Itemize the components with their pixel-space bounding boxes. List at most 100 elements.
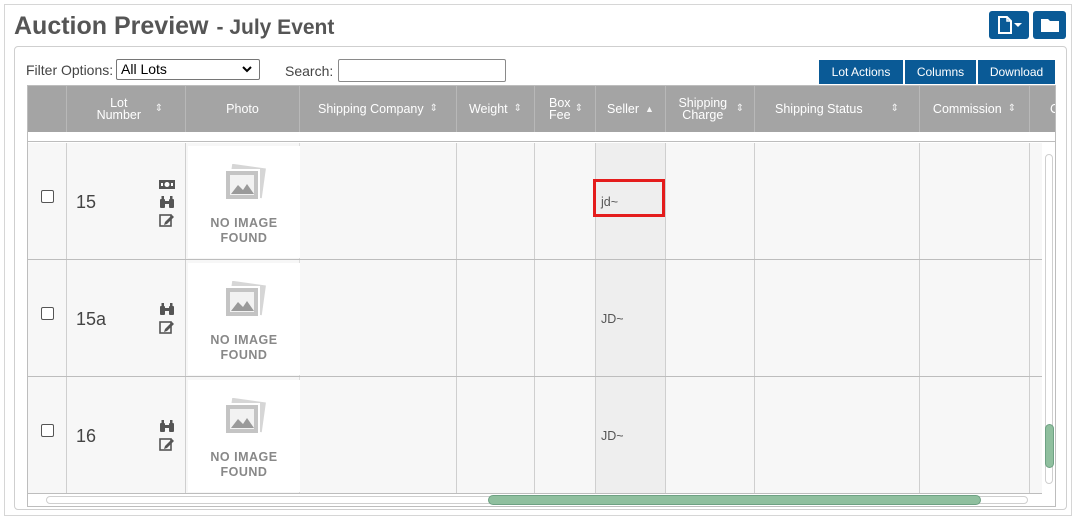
shipping-charge-cell (666, 260, 755, 376)
vertical-scrollbar[interactable] (1042, 142, 1055, 506)
table-row: 15a NO IMAGE FOUND JD~ (28, 260, 1044, 377)
shipping-company-cell (300, 143, 457, 259)
row-select-cell (28, 377, 67, 493)
file-dropdown-icon (998, 16, 1022, 34)
sort-icon: ⇕ (574, 103, 584, 114)
no-image-text-1: NO IMAGE (210, 333, 278, 347)
shipping-company-cell (300, 377, 457, 493)
edit-icon[interactable] (159, 320, 175, 334)
no-image-text-1: NO IMAGE (210, 450, 278, 464)
header-commission-label: Commission (932, 102, 1002, 116)
shipping-status-cell (755, 143, 920, 259)
row-select-cell (28, 143, 67, 259)
box-fee-cell (535, 143, 596, 259)
binoculars-icon[interactable] (159, 302, 175, 316)
header-seller-label: Seller (607, 102, 640, 116)
money-icon[interactable] (159, 177, 175, 191)
lot-number-cell: 16 (67, 377, 186, 493)
binoculars-icon[interactable] (159, 419, 175, 433)
photo-cell: NO IMAGE FOUND (186, 260, 300, 376)
header-shipping-status[interactable]: Shipping Status ⇕ (755, 86, 920, 132)
download-button[interactable]: Download (978, 60, 1055, 84)
seller-value: JD~ (601, 429, 624, 443)
header-seller[interactable]: Seller ▲ (596, 86, 666, 132)
open-folder-button[interactable] (1033, 11, 1066, 39)
filter-select-value: All Lots (121, 61, 167, 77)
weight-cell (457, 377, 535, 493)
header-shipping-status-label: Shipping Status (775, 102, 863, 116)
sort-icon: ⇕ (513, 103, 523, 114)
header-shipping-charge[interactable]: Shipping Charge ⇕ (666, 86, 755, 132)
no-image-text-2: FOUND (220, 231, 268, 245)
box-fee-cell (535, 260, 596, 376)
folder-icon (1040, 19, 1059, 32)
photo-cell: NO IMAGE FOUND (186, 143, 300, 259)
header-box-fee[interactable]: Box Fee ⇕ (535, 86, 596, 132)
row-checkbox[interactable] (41, 424, 54, 437)
row-checkbox[interactable] (41, 190, 54, 203)
header-lot-number-label: Lot Number (96, 96, 142, 122)
lot-number: 15a (76, 309, 107, 329)
no-image-text-2: FOUND (220, 465, 268, 479)
page-title: Auction Preview - July Event (14, 12, 334, 41)
header-partial-column-label: C (1050, 103, 1055, 116)
table-header: Lot Number ⇕ Photo Shipping Company ⇕ We… (28, 86, 1055, 132)
filter-select[interactable]: All Lots (116, 59, 260, 80)
vertical-scroll-thumb[interactable] (1045, 424, 1054, 468)
horizontal-scroll-thumb[interactable] (488, 495, 981, 505)
header-select (28, 86, 67, 132)
header-commission[interactable]: Commission ⇕ (920, 86, 1030, 132)
image-placeholder-icon (224, 164, 266, 201)
lots-panel: Filter Options: All Lots Search: Lot Act… (14, 46, 1067, 510)
seller-cell: JD~ (596, 377, 666, 493)
sort-icon: ⇕ (890, 103, 899, 114)
shipping-status-cell (755, 260, 920, 376)
lot-actions-button[interactable]: Lot Actions (819, 60, 903, 84)
lots-table: Lot Number ⇕ Photo Shipping Company ⇕ We… (27, 85, 1056, 507)
header-weight[interactable]: Weight ⇕ (457, 86, 535, 132)
weight-cell (457, 143, 535, 259)
horizontal-scrollbar[interactable] (28, 494, 1055, 506)
seller-cell: jd~ (593, 143, 666, 259)
header-shipping-company[interactable]: Shipping Company ⇕ (300, 86, 457, 132)
sort-icon: ⇕ (429, 103, 438, 114)
header-photo: Photo (186, 86, 300, 132)
shipping-charge-cell (666, 377, 755, 493)
header-photo-label: Photo (226, 102, 259, 116)
sort-icon: ⇕ (154, 103, 164, 114)
table-row: 16 NO IMAGE FOUND JD~ (28, 377, 1044, 494)
row-select-cell (28, 260, 67, 376)
no-image-text-2: FOUND (220, 348, 268, 362)
page-title-text: Auction Preview (14, 12, 209, 40)
no-image-placeholder[interactable]: NO IMAGE FOUND (188, 146, 300, 258)
no-image-text-1: NO IMAGE (210, 216, 278, 230)
sort-icon: ⇕ (1007, 103, 1017, 114)
image-placeholder-icon (224, 398, 266, 435)
lot-number: 16 (76, 426, 97, 446)
header-shipping-charge-label: Shipping Charge (678, 96, 728, 122)
filter-label: Filter Options: (26, 62, 114, 78)
weight-cell (457, 260, 535, 376)
binoculars-icon[interactable] (159, 195, 175, 209)
no-image-placeholder[interactable]: NO IMAGE FOUND (188, 380, 300, 492)
chevron-down-icon (242, 66, 252, 73)
table-row: 15 NO IMAGE FOUND jd~ (28, 143, 1044, 260)
search-input[interactable] (338, 59, 506, 82)
commission-cell (920, 377, 1030, 493)
search-label: Search: (285, 63, 334, 79)
columns-button[interactable]: Columns (905, 60, 976, 84)
new-document-button[interactable] (989, 11, 1029, 39)
header-weight-label: Weight (468, 102, 508, 116)
lot-number-cell: 15 (67, 143, 186, 259)
row-checkbox[interactable] (41, 307, 54, 320)
no-image-placeholder[interactable]: NO IMAGE FOUND (188, 263, 300, 375)
table-row-partial (28, 132, 1055, 142)
edit-icon[interactable] (159, 213, 175, 227)
header-lot-number[interactable]: Lot Number ⇕ (67, 86, 186, 132)
edit-icon[interactable] (159, 437, 175, 451)
header-shipping-company-label: Shipping Company (317, 102, 424, 116)
commission-cell (920, 260, 1030, 376)
shipping-company-cell (300, 260, 457, 376)
commission-cell (920, 143, 1030, 259)
image-placeholder-icon (224, 281, 266, 318)
